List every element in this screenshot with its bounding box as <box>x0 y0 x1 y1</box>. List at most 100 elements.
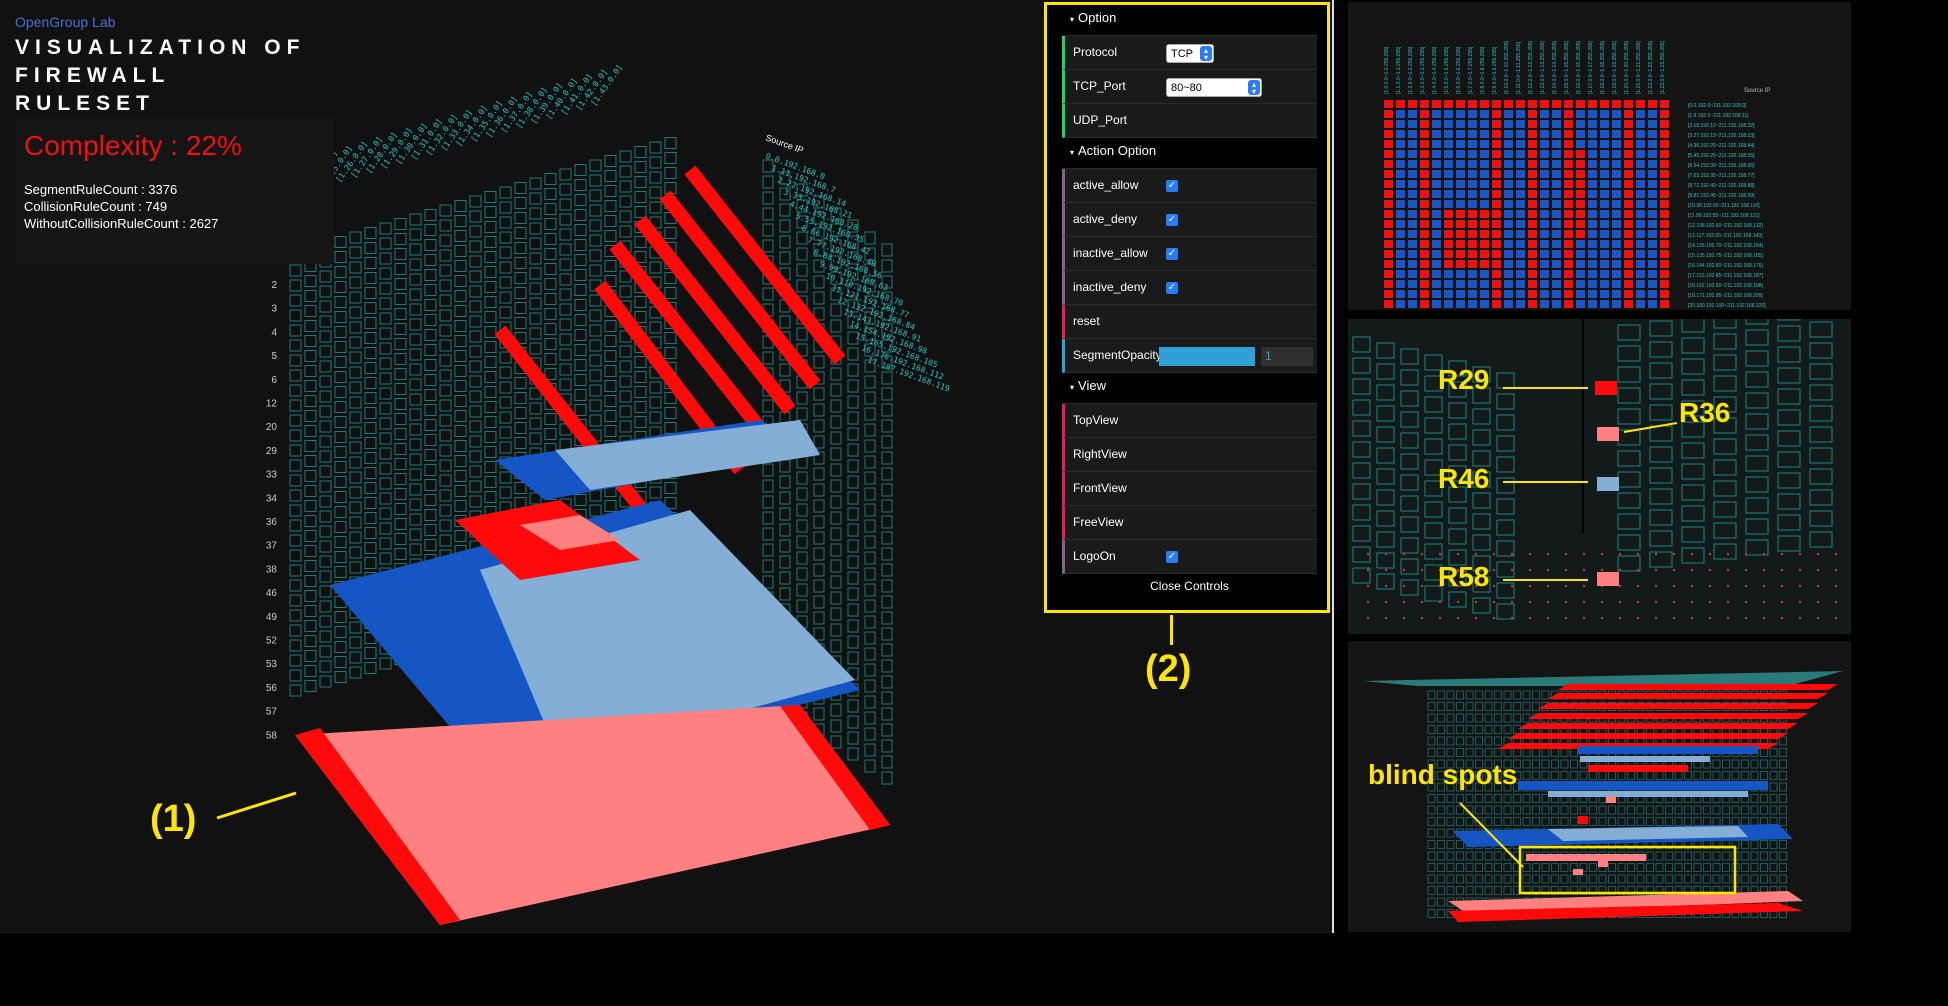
grid-cell <box>559 273 572 286</box>
grid-cell <box>864 743 876 757</box>
reset-label: reset <box>1073 314 1100 328</box>
heatmap-cell <box>1468 280 1477 288</box>
segment-opacity-slider[interactable] <box>1159 347 1255 366</box>
heatmap-cell <box>1624 230 1633 238</box>
udp-port-row[interactable]: UDP_Port <box>1062 104 1317 138</box>
heatmap-cell <box>1432 210 1441 218</box>
heatmap-cell <box>1648 120 1657 128</box>
heatmap-cell <box>1636 240 1645 248</box>
floor-dot <box>1564 600 1568 604</box>
view-section-header[interactable]: ▾ View <box>1062 373 1317 404</box>
heatmap-cell <box>1648 160 1657 168</box>
grid-cell <box>319 660 332 673</box>
active-allow-checkbox[interactable]: ✓ <box>1166 180 1178 192</box>
grid-cell <box>484 326 497 338</box>
top-view-panel[interactable]: [1.0.0.0~1.0.255.255] [1.1.0.0~1.1.255.25… <box>1348 2 1851 310</box>
heatmap-cell <box>1600 290 1609 298</box>
grid-cell <box>364 542 377 554</box>
heatmap-cell <box>1600 200 1609 208</box>
heatmap-cell <box>1396 220 1405 228</box>
reset-button[interactable]: reset <box>1062 305 1317 339</box>
grid-cell <box>830 527 842 541</box>
grid-cell <box>349 321 362 334</box>
grid-cell <box>319 465 332 478</box>
free-view-button[interactable]: FreeView <box>1062 506 1317 540</box>
heatmap-cell <box>1624 280 1633 288</box>
grid-cell <box>589 369 602 382</box>
heatmap-cell <box>1660 110 1669 118</box>
heatmap-cell <box>1660 150 1669 158</box>
heatmap-cell <box>1528 260 1537 268</box>
heatmap-cell <box>1516 240 1525 248</box>
heatmap-cell <box>1636 100 1645 108</box>
floor-dot <box>1618 568 1622 572</box>
grid-cell <box>864 231 876 245</box>
heatmap-cell <box>1648 190 1657 198</box>
inactive-allow-checkbox[interactable]: ✓ <box>1166 248 1178 260</box>
heatmap-cell <box>1624 160 1633 168</box>
tcp-port-select[interactable]: 80~80 ▴ ▾ <box>1166 78 1262 97</box>
protocol-select[interactable]: TCP ▴ ▾ <box>1166 44 1214 63</box>
closeup-view-panel[interactable]: R29 R36 R46 R58 <box>1348 319 1851 634</box>
grid-cell <box>796 471 808 485</box>
heatmap-cell <box>1384 210 1393 218</box>
grid-cell <box>394 533 407 545</box>
heatmap-cell <box>1588 210 1597 218</box>
heatmap-cell <box>1408 140 1417 148</box>
grid-cell <box>469 465 482 478</box>
grid-cell <box>319 555 332 568</box>
side-view-panel[interactable]: blind spots <box>1348 641 1851 932</box>
grid-cell <box>544 293 557 305</box>
heatmap-cell <box>1528 240 1537 248</box>
grid-cell <box>649 186 662 199</box>
heatmap-cell <box>1648 300 1657 308</box>
heatmap-cell <box>1468 120 1477 128</box>
grid-cell <box>469 240 482 253</box>
front-view-button[interactable]: FrontView <box>1062 472 1317 506</box>
grid-cell <box>649 411 662 424</box>
heatmap-cell <box>1660 170 1669 178</box>
floor-dot <box>1366 616 1370 620</box>
grid-cell <box>379 387 392 400</box>
column-header-label: [1.4.0.0~1.4.255.255] <box>1432 46 1438 94</box>
heatmap-cell <box>1504 150 1513 158</box>
heatmap-cell <box>1516 170 1525 178</box>
logo-on-checkbox[interactable]: ✓ <box>1166 551 1178 563</box>
heatmap-cell <box>1444 140 1453 148</box>
segment-opacity-input[interactable]: 1 <box>1261 347 1313 366</box>
right-view-button[interactable]: RightView <box>1062 438 1317 472</box>
heatmap-cell <box>1396 200 1405 208</box>
heatmap-cell <box>1588 290 1597 298</box>
grid-cell <box>319 495 332 508</box>
grid-cell <box>304 365 317 377</box>
heatmap-cell <box>1564 270 1573 278</box>
grid-cell <box>484 221 497 233</box>
grid-cell <box>364 392 377 404</box>
top-view-button[interactable]: TopView <box>1062 404 1317 438</box>
column-header-label: [1.1.0.0~1.1.255.255] <box>1396 46 1402 94</box>
rule-layer-deny-active <box>1508 733 1788 739</box>
option-section-header[interactable]: ▾ Option <box>1062 5 1317 36</box>
grid-cell <box>304 305 317 317</box>
action-option-section-header[interactable]: ▾ Action Option <box>1062 138 1317 169</box>
heatmap-cell <box>1384 190 1393 198</box>
inactive-deny-checkbox[interactable]: ✓ <box>1166 282 1178 294</box>
rule-axis-tick: 34 <box>266 493 278 504</box>
grid-cell <box>424 299 437 311</box>
close-controls-button[interactable]: Close Controls <box>1062 574 1317 598</box>
grid-cell <box>364 347 377 359</box>
heatmap-cell <box>1552 120 1561 128</box>
segment-rule-count: SegmentRuleCount : 3376 <box>24 182 178 197</box>
heatmap-cell <box>1636 160 1645 168</box>
grid-cell <box>409 363 422 376</box>
floor-dot <box>1582 600 1586 604</box>
grid-cell <box>634 296 647 308</box>
grid-cell <box>574 179 587 191</box>
grid-cell <box>469 270 482 283</box>
heatmap-cell <box>1528 160 1537 168</box>
heatmap-cell <box>1408 100 1417 108</box>
active-deny-checkbox[interactable]: ✓ <box>1166 214 1178 226</box>
heatmap-cell <box>1420 160 1429 168</box>
source-ip-tick-label: [0.0.192.0~211.192.168.0] <box>1688 103 1747 109</box>
heatmap-cell <box>1660 220 1669 228</box>
